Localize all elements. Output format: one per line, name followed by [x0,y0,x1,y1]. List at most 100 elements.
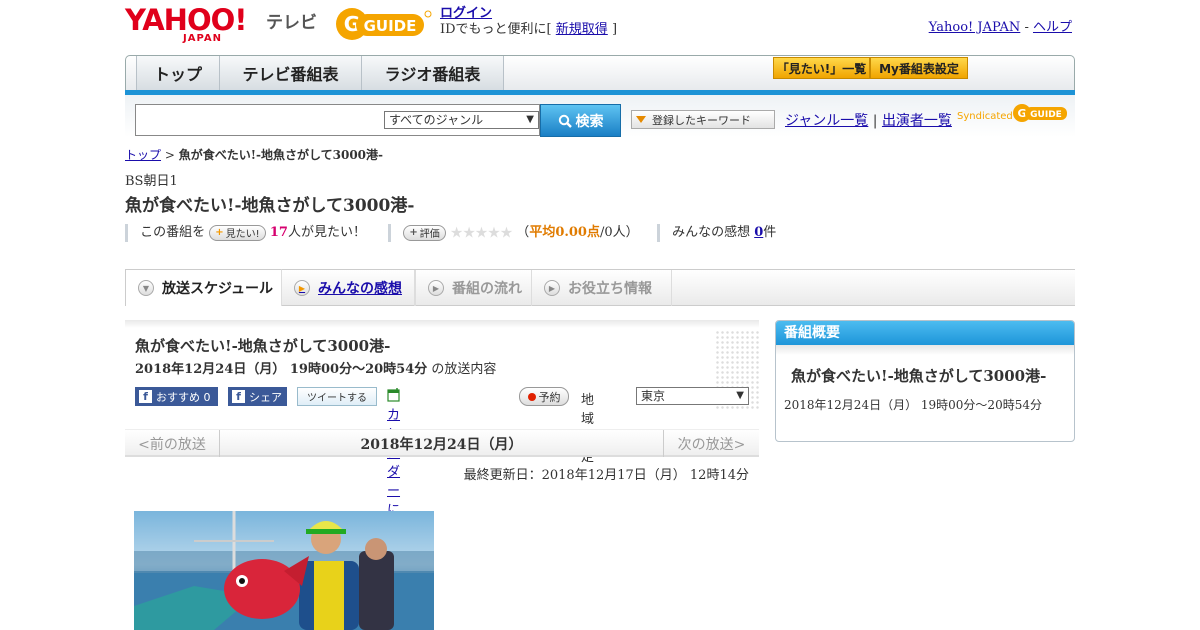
divider [125,223,128,242]
yahoo-japan-link[interactable]: Yahoo! JAPAN [929,20,1021,35]
genre-select-value: すべてのジャンル [389,113,484,127]
play-icon: ▶ [544,280,560,296]
link-separator: | [872,113,878,129]
mitai-count: 17 [269,225,288,240]
program-tabs: ▼ 放送スケジュール ▶ みんなの感想 ▶ 番組の流れ ▶ お役立ち情報 [125,269,1075,306]
dropdown-arrow-icon: ▼ [526,114,534,125]
facebook-recommend-label: おすすめ 0 [156,390,211,404]
yahoo-japan-logo[interactable]: YAHOO! JAPAN [125,3,247,44]
mitai-list-button[interactable]: 「見たい!」一覧 [773,57,870,79]
reserve-button-label: 予約 [538,390,561,404]
tweet-button-label: ツイートする [307,393,367,404]
facebook-icon: f [139,390,152,403]
dropdown-arrow-icon: ▼ [736,390,744,401]
registered-keywords-label: 登録したキーワード [652,113,751,127]
next-broadcast-link[interactable]: 次の放送> [663,430,759,457]
page-title: 魚が食べたい!-地魚さがして3000港- [125,196,415,216]
facebook-share-button[interactable]: f シェア [228,387,287,406]
comments-prefix-text: みんなの感想 [672,225,751,240]
genre-select[interactable]: すべてのジャンル ▼ [384,111,539,129]
plus-icon: + [409,227,418,238]
header-separator: - [1024,20,1029,35]
help-link[interactable]: ヘルプ [1033,20,1072,35]
overview-title: 魚が食べたい!-地魚さがして3000港- [791,367,1047,385]
avg-open-paren: （ [516,225,530,240]
id-prefix-text: IDでもっと便利に[ [440,22,552,37]
syndicated-text: Syndicated [957,111,1013,122]
my-schedule-settings-button[interactable]: My番組表設定 [870,57,968,79]
search-button[interactable]: 検索 [540,104,621,137]
broadcast-datetime: 2018年12月24日（月） 19時00分～20時54分 [135,362,428,377]
search-icon [558,114,572,128]
plus-icon: + [215,227,224,238]
overview-heading: 番組概要 [776,321,1074,345]
region-select-value: 東京 [641,389,666,403]
comments-count-link[interactable]: 0 [754,225,763,240]
login-link[interactable]: ログイン [440,6,492,21]
tab-useful-info[interactable]: ▶ お役立ち情報 [532,270,672,306]
tv-logo-text[interactable]: テレビ [266,8,317,33]
program-overview-box: 番組概要 魚が食べたい!-地魚さがして3000港- 2018年12月24日（月）… [775,320,1075,442]
overview-time: 2018年12月24日（月） 19時00分～20時54分 [784,398,1042,412]
facebook-recommend-button[interactable]: f おすすめ 0 [135,387,218,406]
nav-tab-radio-schedule[interactable]: ラジオ番組表 [362,56,504,90]
nav-tab-tv-schedule[interactable]: テレビ番組表 [220,56,362,90]
genre-list-link[interactable]: ジャンル一覧 [785,113,868,129]
chevron-down-icon: ▼ [138,280,154,296]
mitai-button-label: 見たい! [225,229,260,240]
mitai-button[interactable]: + 見たい! [209,224,266,241]
login-block: ログイン IDでもっと便利に[ 新規取得 ] [440,6,617,38]
divider [388,223,392,242]
play-icon: ▶ [294,280,310,296]
tab-broadcast-schedule[interactable]: ▼ 放送スケジュール [125,269,282,306]
registered-keywords-button[interactable]: 登録したキーワード [631,110,775,129]
facebook-icon: f [232,390,245,403]
search-button-label: 検索 [575,113,604,130]
breadcrumb-separator: > [164,148,175,162]
region-select[interactable]: 東京 ▼ [636,387,749,405]
tab-useful-info-label: お役立ち情報 [568,281,652,297]
broadcast-pager: <前の放送 2018年12月24日（月） 次の放送> [125,429,759,457]
facebook-share-label: シェア [249,390,282,404]
yahoo-logo-text: YAHOO! [125,3,247,37]
performer-list-link[interactable]: 出演者一覧 [882,113,952,129]
program-info-row: この番組を + 見たい! 17人が見たい！ + 評価 ★★★★★ （平均0.00点/… [125,221,777,242]
breadcrumb-current: 魚が食べたい!-地魚さがして3000港- [178,148,384,162]
gguide-logo[interactable]: G GUIDE [334,6,432,42]
main-nav: トップ テレビ番組表 ラジオ番組表 「見たい!」一覧 My番組表設定 [125,55,1075,92]
tab-everyones-comments[interactable]: ▶ みんなの感想 [282,270,415,306]
breadcrumb-top-link[interactable]: トップ [125,148,161,162]
tweet-button[interactable]: ツイートする [297,387,377,406]
rate-button[interactable]: + 評価 [403,224,446,241]
comments-suffix-text: 件 [763,225,777,240]
gguide-logo-text: GUIDE [364,17,417,35]
tab-broadcast-schedule-label: 放送スケジュール [162,281,274,297]
average-suffix: /0人） [599,225,639,240]
detail-datetime: 2018年12月24日（月） 19時00分～20時54分 の放送内容 [135,358,496,377]
nav-tab-top[interactable]: トップ [136,56,220,90]
mitai-prefix-text: この番組を [140,225,206,240]
previous-broadcast-link[interactable]: <前の放送 [125,430,220,457]
channel-name: BS朝日1 [125,174,178,189]
gguide-small-logo-text: GUIDE [1030,110,1062,120]
last-updated: 最終更新日：2018年12月17日（月） 12時14分 [463,468,749,483]
triangle-down-icon [636,116,646,123]
mitai-suffix-text: 人が見たい！ [287,225,366,240]
program-photo [134,511,434,630]
register-link[interactable]: 新規取得 [556,22,608,37]
reserve-button[interactable]: 予約 [519,387,569,406]
breadcrumb: トップ > 魚が食べたい!-地魚さがして3000港- [125,146,383,163]
record-dot-icon [527,392,536,401]
gguide-small-logo: G GUIDE [1013,104,1067,122]
id-suffix-text: ] [611,22,618,37]
top-right-links: Yahoo! JAPAN - ヘルプ [929,16,1072,35]
tab-program-flow-label: 番組の流れ [452,281,522,297]
average-score: 平均0.00点 [529,225,600,240]
rate-button-label: 評価 [419,229,440,240]
play-icon: ▶ [428,280,444,296]
overview-shade [776,345,1074,355]
calendar-icon [387,388,400,402]
tab-program-flow[interactable]: ▶ 番組の流れ [415,270,532,306]
broadcast-datetime-suffix: の放送内容 [431,362,497,377]
content-shade [125,320,759,328]
